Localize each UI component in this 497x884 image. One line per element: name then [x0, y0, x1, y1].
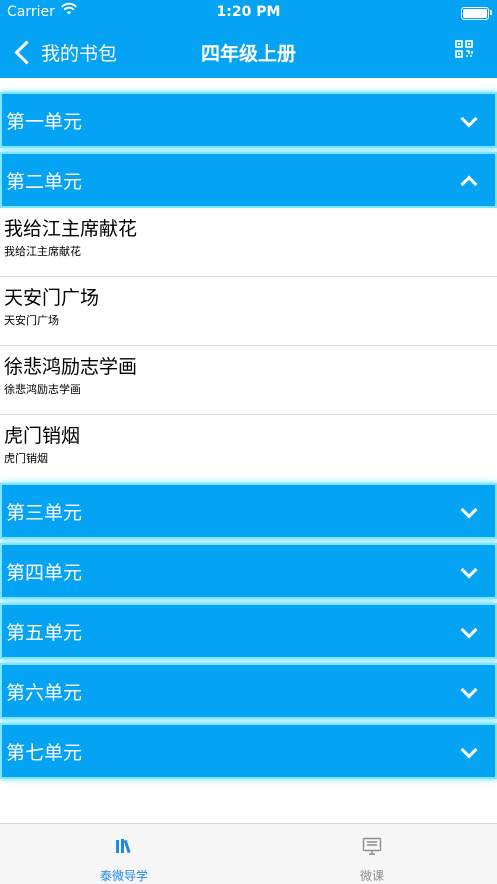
- unit-label: 第二单元: [6, 170, 83, 193]
- unit-header[interactable]: 第五单元: [0, 603, 497, 659]
- lesson-item[interactable]: 天安门广场 天安门广场: [0, 277, 497, 346]
- chevron-down-icon: [460, 110, 478, 128]
- lesson-subtitle: 我给江主席献花: [4, 245, 81, 258]
- unit-label: 第一单元: [6, 110, 83, 133]
- qr-code-icon[interactable]: [455, 40, 473, 58]
- back-label: 我的书包: [41, 42, 118, 65]
- chevron-down-icon: [460, 621, 478, 639]
- lesson-title: 天安门广场: [4, 287, 100, 309]
- battery-icon: [461, 7, 489, 20]
- header: Carrier 1:20 PM 我的书包 四年级上册: [0, 0, 497, 78]
- unit-header[interactable]: 第一单元: [0, 92, 497, 148]
- lesson-item[interactable]: 徐悲鸿励志学画 徐悲鸿励志学画: [0, 346, 497, 415]
- monitor-icon: [362, 836, 382, 856]
- tab-taiwei-guide[interactable]: 泰微导学: [0, 824, 248, 884]
- unit-header[interactable]: 第四单元: [0, 543, 497, 599]
- chevron-up-icon: [460, 175, 478, 193]
- chevron-down-icon: [460, 561, 478, 579]
- unit-list: 第一单元 第二单元 我给江主席献花 我给江主席献花 天安门广场 天安门广场 徐悲鸿励志学画徐…: [0, 92, 497, 783]
- chevron-down-icon: [460, 741, 478, 759]
- tab-label: 泰微导学: [99, 869, 148, 883]
- unit-label: 第三单元: [6, 501, 83, 524]
- lesson-item[interactable]: 虎门销烟 虎门销烟: [0, 415, 497, 483]
- lesson-subtitle: 天安门广场: [4, 314, 59, 327]
- unit-label: 第七单元: [6, 741, 83, 764]
- unit-header[interactable]: 第七单元: [0, 723, 497, 779]
- tab-bar: 泰微导学 微课: [0, 823, 497, 884]
- status-time: 1:20 PM: [216, 4, 281, 20]
- chevron-down-icon: [460, 681, 478, 699]
- lesson-list: 我给江主席献花 我给江主席献花 天安门广场 天安门广场 徐悲鸿励志学画 徐悲鸿励志学画 虎门…: [0, 208, 497, 483]
- lesson-title: 虎门销烟: [4, 425, 81, 447]
- unit-label: 第六单元: [6, 681, 83, 704]
- nav-bar: 我的书包 四年级上册: [0, 26, 497, 78]
- lesson-title: 我给江主席献花: [4, 218, 138, 240]
- battery-tip: [490, 10, 492, 15]
- back-button[interactable]: 我的书包: [12, 38, 117, 66]
- lesson-subtitle: 虎门销烟: [4, 452, 48, 465]
- chevron-down-icon: [460, 501, 478, 519]
- chevron-left-icon: [14, 39, 39, 65]
- tab-label: 微课: [359, 869, 384, 883]
- lesson-item[interactable]: 我给江主席献花 我给江主席献花: [0, 208, 497, 277]
- status-bar: Carrier 1:20 PM: [0, 0, 497, 26]
- unit-label: 第四单元: [6, 561, 83, 584]
- unit-header[interactable]: 第六单元: [0, 663, 497, 719]
- books-icon: [114, 836, 134, 856]
- unit-header[interactable]: 第二单元: [0, 152, 497, 208]
- unit-header[interactable]: 第三单元: [0, 483, 497, 539]
- lesson-subtitle: 徐悲鸿励志学画: [4, 383, 81, 396]
- tab-micro-lesson[interactable]: 微课: [248, 824, 496, 884]
- unit-label: 第五单元: [6, 621, 83, 644]
- lesson-title: 徐悲鸿励志学画: [4, 356, 138, 378]
